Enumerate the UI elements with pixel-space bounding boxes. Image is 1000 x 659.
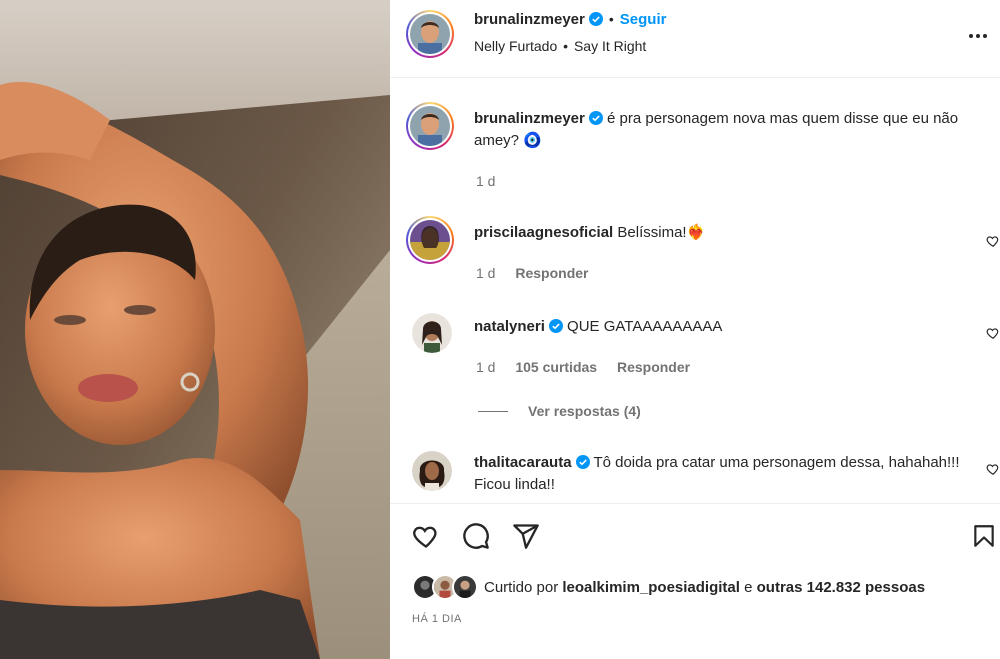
liked-by-others[interactable]: outras 142.832 pessoas xyxy=(757,579,925,596)
comment-meta: 1 d Responder xyxy=(476,265,604,281)
likes-summary[interactable]: Curtido por leoalkimim_poesiadigital e o… xyxy=(412,572,925,602)
comment-text: QUE GATAAAAAAAAA xyxy=(567,318,723,335)
comment-time[interactable]: 1 d xyxy=(476,359,495,375)
comment-username[interactable]: thalitacarauta xyxy=(474,454,572,471)
comment-avatar[interactable] xyxy=(406,216,454,264)
music-artist: Nelly Furtado xyxy=(474,38,558,54)
follow-button[interactable]: Seguir xyxy=(620,11,667,28)
music-separator: • xyxy=(563,38,569,54)
avatar-photo xyxy=(412,451,452,491)
comment-likes-count[interactable]: 105 curtidas xyxy=(515,359,597,375)
post-media-image xyxy=(0,0,390,659)
replies-line xyxy=(478,410,508,412)
post-header: brunalinzmeyer • Seguir Nelly Furtado • Sa… xyxy=(390,0,1000,78)
verified-badge-icon xyxy=(588,110,603,125)
comment-username[interactable]: natalyneri xyxy=(474,318,545,335)
liked-by-connector: e xyxy=(744,578,753,596)
author-avatar[interactable] xyxy=(406,10,454,58)
post-media[interactable] xyxy=(0,0,390,659)
caption-time[interactable]: 1 d xyxy=(476,173,495,189)
comment-like-heart-icon[interactable] xyxy=(986,462,1000,476)
post-side-panel: brunalinzmeyer • Seguir Nelly Furtado • Sa… xyxy=(390,0,1000,659)
avatar-photo xyxy=(410,14,450,54)
caption-meta: 1 d xyxy=(476,173,511,189)
comment-time[interactable]: 1 d xyxy=(476,265,495,281)
comment-like-heart-icon[interactable] xyxy=(986,234,1000,248)
comment-meta: 1 d 105 curtidas Responder xyxy=(476,359,706,375)
liked-by-prefix: Curtido por xyxy=(484,578,559,596)
music-info[interactable]: Nelly Furtado • Say It Right xyxy=(474,38,646,54)
comment-text: Belíssima!❤️‍🔥 xyxy=(617,224,706,241)
caption-avatar[interactable] xyxy=(406,102,454,150)
caption-username[interactable]: brunalinzmeyer xyxy=(474,110,585,127)
header-separator: • xyxy=(608,11,614,27)
more-options-icon[interactable] xyxy=(966,24,990,48)
music-song: Say It Right xyxy=(573,38,647,54)
avatar-photo xyxy=(410,220,450,260)
comment-icon[interactable] xyxy=(460,520,492,552)
bookmark-icon[interactable] xyxy=(968,520,1000,552)
verified-badge-icon xyxy=(548,318,563,333)
liked-by-user[interactable]: leoalkimim_poesiadigital xyxy=(562,579,740,596)
avatar-photo xyxy=(410,106,450,146)
view-replies-label: Ver respostas (4) xyxy=(528,403,641,419)
heart-icon[interactable] xyxy=(410,520,442,552)
comment-username[interactable]: priscilaagnesoficial xyxy=(474,224,613,241)
author-username[interactable]: brunalinzmeyer xyxy=(474,11,585,28)
reply-button[interactable]: Responder xyxy=(617,359,690,375)
action-bar xyxy=(390,520,1000,552)
avatar-photo xyxy=(412,313,452,353)
comment-avatar[interactable] xyxy=(412,451,452,491)
comment-text-block: natalyneri QUE GATAAAAAAAAA xyxy=(474,316,984,338)
comment-avatar[interactable] xyxy=(412,313,452,353)
liker-avatars xyxy=(412,574,478,600)
comment-text-block: thalitacarauta Tô doida pra catar uma pe… xyxy=(474,452,974,496)
section-divider xyxy=(390,503,1000,504)
comment-like-heart-icon[interactable] xyxy=(986,326,1000,340)
verified-badge-icon xyxy=(575,454,590,469)
verified-badge-icon xyxy=(588,12,603,26)
comment-text-block: priscilaagnesoficial Belíssima!❤️‍🔥 xyxy=(474,222,984,244)
caption-text-block: brunalinzmeyer é pra personagem nova mas… xyxy=(474,108,984,152)
share-icon[interactable] xyxy=(510,520,542,552)
reply-button[interactable]: Responder xyxy=(515,265,588,281)
post-date[interactable]: HÁ 1 DIA xyxy=(412,613,462,625)
liker-avatar xyxy=(452,574,478,600)
view-replies-button[interactable]: Ver respostas (4) xyxy=(478,403,641,419)
